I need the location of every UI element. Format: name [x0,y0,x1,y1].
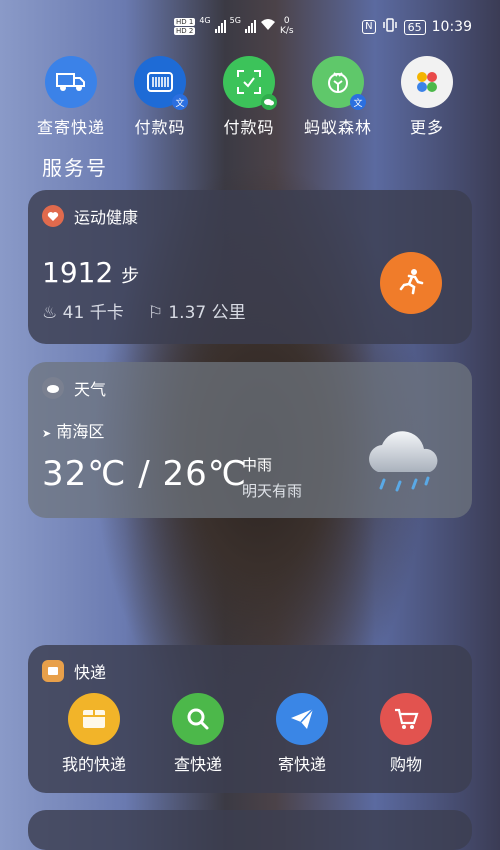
network-speed: 0 K/s [280,16,294,36]
speed-unit: K/s [279,26,294,36]
step-value: 1912 [42,256,114,289]
package-icon [68,693,120,745]
shopping-cart-icon [380,693,432,745]
wechat-scan-icon [223,56,277,110]
weather-card[interactable]: 天气 ➤ 南海区 32℃ / 26℃ 中雨 明天有雨 [28,362,472,518]
step-count: 1912 步 [42,256,139,289]
shortcut-alipay-pay[interactable]: 文 付款码 [115,56,205,138]
shopping-button[interactable]: 购物 [356,693,456,775]
shortcut-label: 查寄快递 [36,118,105,137]
shortcut-more[interactable]: 更多 [382,56,472,138]
status-right: N 65 10:39 [362,18,472,36]
distance-stat: ⚐ 1.37 公里 [148,298,246,323]
my-express-button[interactable]: 我的快递 [44,693,144,775]
ant-forest-icon: 文 [312,56,366,110]
clock: 10:39 [431,19,472,35]
shortcut-label: 付款码 [223,118,275,137]
weather-card-header: 天气 [42,376,106,400]
express-actions: 我的快递 查快递 寄快递 购物 [28,693,472,783]
shortcut-express-query[interactable]: 查寄快递 [26,56,116,138]
running-icon [397,267,425,299]
express-label: 购物 [389,755,422,774]
alipay-badge: 文 [172,94,188,110]
wifi-icon [260,18,276,35]
temperature-range: 32℃ / 26℃ [42,454,247,494]
weather-small-icon [42,377,64,399]
hd1-label: HD 1 [174,17,196,26]
weather-forecast: 明天有雨 [242,482,303,500]
location-name: 南海区 [56,422,105,441]
nfc-icon: N [362,20,376,34]
send-express-button[interactable]: 寄快递 [252,693,352,775]
weather-condition: 中雨 [242,456,273,474]
health-card-title: 运动健康 [74,208,139,227]
alipay-barcode-icon: 文 [134,56,188,110]
express-label: 寄快递 [277,755,326,774]
express-card[interactable]: 快递 我的快递 查快递 寄快递 购物 [28,645,472,793]
health-stats: ♨ 41 千卡 ⚐ 1.37 公里 [42,298,246,323]
section-title: 服务号 [42,156,108,180]
hd2-label: HD 2 [174,26,196,35]
shortcut-row: 查寄快递 文 付款码 付款码 文 蚂蚁森林 更多 [0,56,500,140]
step-unit: 步 [121,266,140,287]
speed-value: 0 [283,16,290,26]
next-card-partial[interactable] [28,810,472,850]
rain-cloud-icon [362,422,446,498]
more-apps-icon [401,56,453,108]
distance-value: 1.37 公里 [168,303,246,323]
shortcut-ant-forest[interactable]: 文 蚂蚁森林 [293,56,383,138]
query-express-button[interactable]: 查快递 [148,693,248,775]
shortcut-label: 付款码 [134,118,186,137]
express-card-header: 快递 [42,659,106,683]
network-5g-label: 5G [229,16,241,25]
express-card-title: 快递 [74,663,107,682]
send-plane-icon [276,693,328,745]
heart-icon [42,205,64,227]
location: ➤ 南海区 [42,418,104,442]
signal-icon [214,19,226,33]
signal-icon-2 [244,19,256,33]
flag-icon: ⚐ [147,303,163,323]
shortcut-wechat-pay[interactable]: 付款码 [204,56,294,138]
calories-value: 41 千卡 [62,303,124,323]
start-run-button[interactable] [380,252,442,314]
shortcut-label: 蚂蚁森林 [303,118,372,137]
network-4g-label: 4G [199,16,211,25]
truck-icon [45,56,97,108]
weather-card-title: 天气 [74,380,107,399]
battery-indicator: 65 [403,19,426,35]
parcel-small-icon [42,660,64,682]
status-bar: HD 1 HD 2 4G 5G 0 K/s N 65 10:39 [0,0,500,44]
express-label: 我的快递 [61,755,126,774]
location-arrow-icon: ➤ [42,427,52,440]
health-card-header: 运动健康 [42,204,138,228]
status-left: HD 1 HD 2 4G 5G 0 K/s [174,16,294,36]
vibrate-icon [382,18,398,36]
flame-icon: ♨ [42,303,58,323]
calories-stat: ♨ 41 千卡 [42,298,124,323]
search-icon [172,693,224,745]
shortcut-label: 更多 [409,118,444,137]
ant-forest-badge: 文 [350,94,366,110]
wechat-badge-icon [261,94,277,110]
health-card[interactable]: 运动健康 1912 步 ♨ 41 千卡 ⚐ 1.37 公里 [28,190,472,344]
express-label: 查快递 [173,755,222,774]
